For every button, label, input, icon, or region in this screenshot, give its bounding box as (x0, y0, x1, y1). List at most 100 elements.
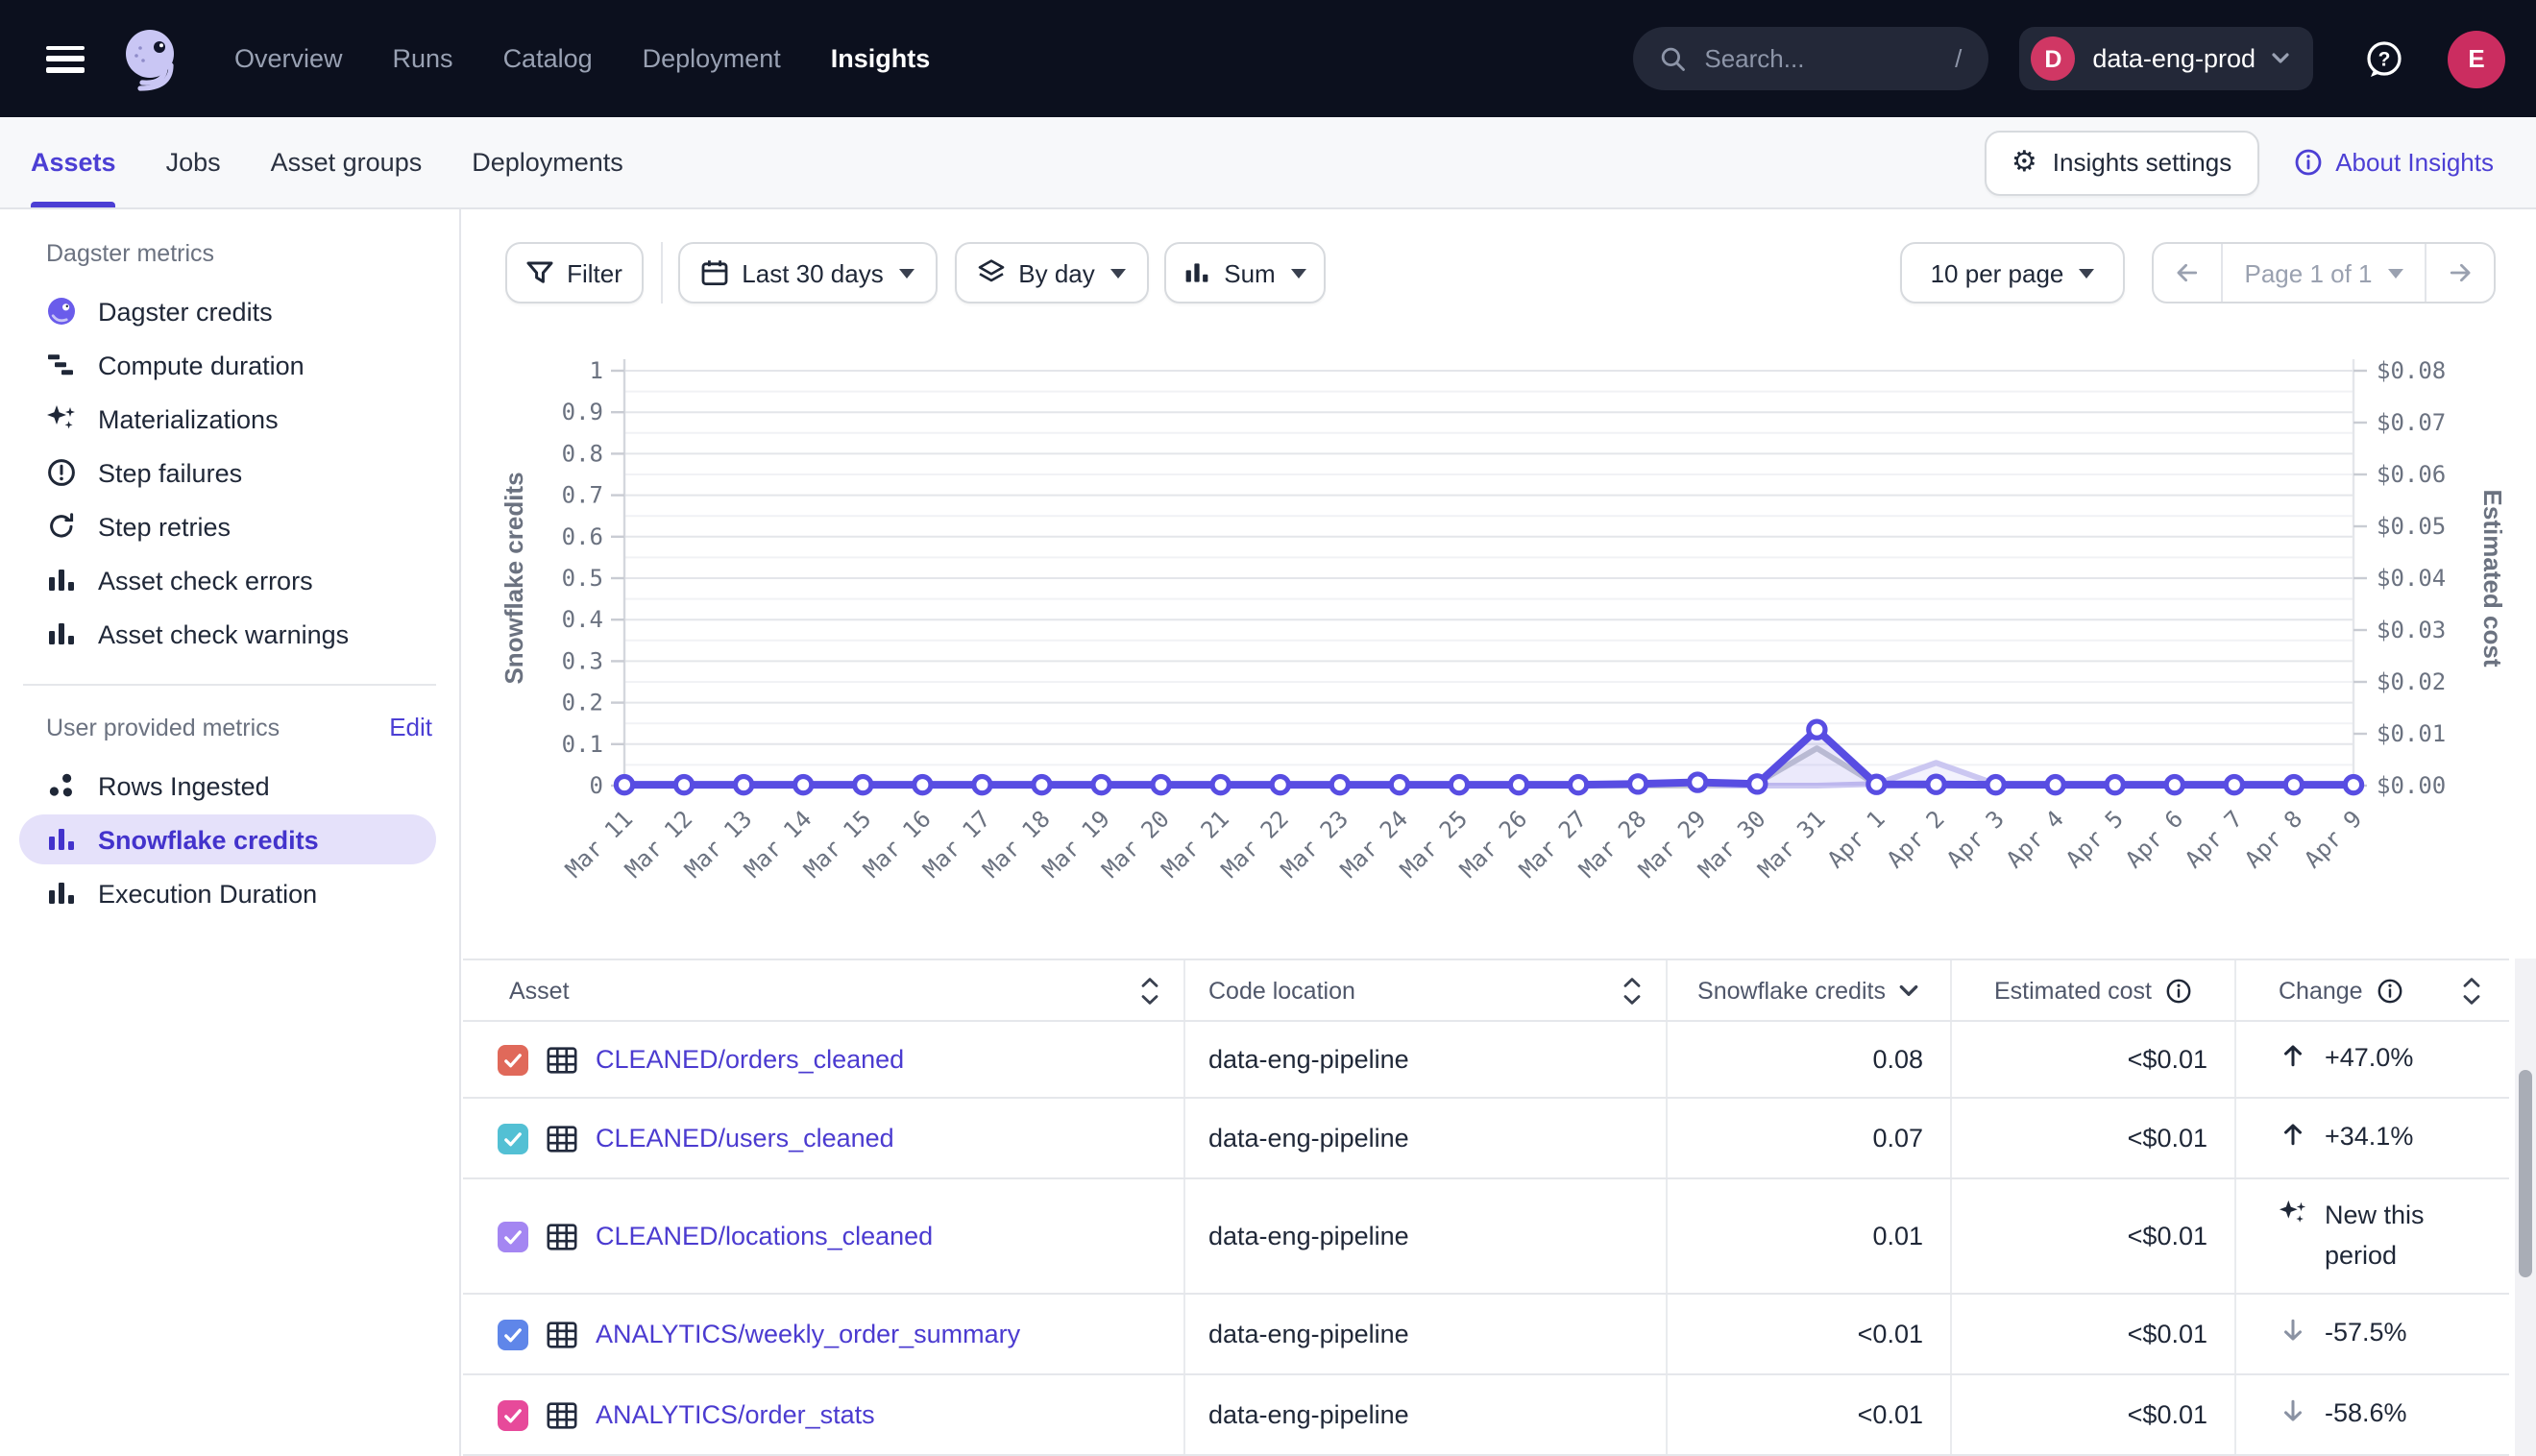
aggregation-dropdown[interactable]: Sum (1164, 242, 1326, 303)
asset-checkbox[interactable] (498, 1399, 528, 1430)
asset-link[interactable]: ANALYTICS/order_stats (596, 1400, 875, 1429)
dagster-logo-icon (119, 26, 184, 91)
tab-jobs[interactable]: Jobs (166, 117, 221, 207)
sort-icon[interactable] (1622, 975, 1643, 1006)
svg-text:$0.00: $0.00 (2377, 772, 2446, 799)
group-by-dropdown[interactable]: By day (955, 242, 1149, 303)
gear-icon: ⚙ (2012, 148, 2037, 177)
primary-nav: Overview Runs Catalog Deployment Insight… (234, 44, 930, 73)
sidebar-item-asset-check-errors[interactable]: Asset check errors (0, 553, 459, 607)
table-row: CLEANED/orders_cleaneddata-eng-pipeline0… (463, 1022, 2509, 1099)
tab-bar-actions: ⚙ Insights settings About Insights (1985, 130, 2494, 195)
svg-text:$0.05: $0.05 (2377, 513, 2446, 540)
sidebar-item-step-retries[interactable]: Step retries (0, 499, 459, 553)
asset-cell: CLEANED/orders_cleaned (463, 1022, 1183, 1097)
asset-checkbox[interactable] (498, 1123, 528, 1153)
credits-value: <0.01 (1858, 1320, 1923, 1348)
sort-icon[interactable] (1139, 975, 1160, 1006)
deployment-switcher[interactable]: D data-eng-prod (2019, 27, 2313, 90)
code-location-value: data-eng-pipeline (1208, 1320, 1409, 1348)
layers-icon (978, 259, 1005, 286)
nav-item-overview[interactable]: Overview (234, 44, 343, 73)
svg-text:0.9: 0.9 (562, 399, 603, 425)
tab-asset-groups[interactable]: Asset groups (271, 117, 423, 207)
sidebar-item-label: Dagster credits (98, 297, 273, 326)
date-range-dropdown[interactable]: Last 30 days (678, 242, 938, 303)
sidebar-item-materializations[interactable]: Materializations (0, 392, 459, 446)
help-button[interactable]: ? (2363, 37, 2405, 80)
sidebar-item-rows-ingested[interactable]: Rows Ingested (0, 759, 459, 813)
user-metrics-section-title: User provided metrics Edit (0, 713, 459, 741)
snowflake-credits-cell: 0.08 (1666, 1022, 1950, 1097)
nav-item-runs[interactable]: Runs (393, 44, 453, 73)
asset-checkbox[interactable] (498, 1319, 528, 1349)
per-page-dropdown[interactable]: 10 per page (1900, 242, 2125, 303)
svg-text:0.6: 0.6 (562, 523, 603, 550)
nav-item-deployment[interactable]: Deployment (643, 44, 781, 73)
search-input[interactable]: Search... / (1633, 27, 1988, 90)
bars-icon (46, 565, 77, 595)
arrow-down-icon (2279, 1397, 2309, 1426)
sidebar-item-label: Step retries (98, 512, 231, 541)
prev-page-button[interactable] (2154, 244, 2221, 302)
caret-down-icon (2388, 268, 2403, 278)
column-header-snowflake-credits[interactable]: Snowflake credits (1666, 960, 1950, 1020)
page-indicator-dropdown[interactable]: Page 1 of 1 (2221, 244, 2425, 302)
code-location-value: data-eng-pipeline (1208, 1124, 1409, 1153)
sidebar-item-label: Snowflake credits (98, 825, 319, 854)
sidebar-item-snowflake-credits[interactable]: Snowflake credits (19, 814, 436, 864)
asset-link[interactable]: CLEANED/orders_cleaned (596, 1045, 904, 1074)
column-header-estimated-cost[interactable]: Estimated cost (1950, 960, 2234, 1020)
snowflake-credits-cell: <0.01 (1666, 1375, 1950, 1454)
nav-item-catalog[interactable]: Catalog (503, 44, 593, 73)
sidebar-item-asset-check-warnings[interactable]: Asset check warnings (0, 607, 459, 661)
edit-metrics-link[interactable]: Edit (389, 713, 432, 741)
scrollbar-thumb[interactable] (2519, 1070, 2532, 1277)
tabs: Assets Jobs Asset groups Deployments (31, 117, 623, 207)
cost-value: <$0.01 (2128, 1222, 2207, 1250)
table-body: CLEANED/orders_cleaned data-eng-pipeline 0… (463, 1022, 2509, 1456)
asset-link[interactable]: CLEANED/users_cleaned (596, 1124, 894, 1153)
sidebar-item-execution-duration[interactable]: Execution Duration (0, 866, 459, 920)
table-row: CLEANED/users_cleaneddata-eng-pipeline0.… (463, 1099, 2509, 1179)
insights-settings-button[interactable]: ⚙ Insights settings (1985, 130, 2258, 195)
asset-link[interactable]: ANALYTICS/weekly_order_summary (596, 1320, 1020, 1348)
insights-chart[interactable]: 00.10.20.30.40.50.60.70.80.91$0.00$0.01$… (463, 327, 2536, 922)
sidebar-item-label: Rows Ingested (98, 771, 270, 800)
nav-item-insights[interactable]: Insights (831, 44, 931, 73)
assets-table: Asset Code location Snowflake credits Es… (463, 959, 2509, 1456)
sidebar-item-compute-duration[interactable]: Compute duration (0, 338, 459, 392)
svg-text:Apr 8: Apr 8 (2239, 805, 2307, 873)
main-content: Filter Last 30 days By day Sum 10 per pa… (463, 209, 2536, 1456)
column-header-change[interactable]: Change (2234, 960, 2509, 1020)
caret-down-icon (2079, 268, 2094, 278)
column-header-code-location[interactable]: Code location (1183, 960, 1666, 1020)
cost-value: <$0.01 (2128, 1124, 2207, 1153)
insights-page: Overview Runs Catalog Deployment Insight… (0, 0, 2536, 1456)
dagster-icon (46, 296, 77, 327)
bars-icon (46, 619, 77, 649)
asset-cell: CLEANED/locations_cleaned (463, 1179, 1183, 1293)
sidebar-item-step-failures[interactable]: Step failures (0, 446, 459, 499)
deployment-badge: D (2031, 36, 2075, 81)
table-header-row: Asset Code location Snowflake credits Es… (463, 959, 2509, 1022)
hamburger-menu-icon[interactable] (46, 45, 85, 72)
snowflake-credits-cell: 0.01 (1666, 1179, 1950, 1293)
column-header-asset[interactable]: Asset (463, 960, 1183, 1020)
asset-checkbox[interactable] (498, 1044, 528, 1075)
tab-assets[interactable]: Assets (31, 117, 116, 207)
info-icon (2377, 977, 2403, 1004)
sort-icon[interactable] (2461, 975, 2482, 1006)
code-location-value: data-eng-pipeline (1208, 1400, 1409, 1429)
asset-link[interactable]: CLEANED/locations_cleaned (596, 1222, 933, 1250)
tab-deployments[interactable]: Deployments (472, 117, 623, 207)
next-page-button[interactable] (2425, 244, 2494, 302)
sidebar-item-label: Step failures (98, 458, 242, 487)
user-avatar[interactable]: E (2448, 30, 2505, 87)
about-insights-link[interactable]: About Insights (2293, 148, 2494, 177)
arrow-right-icon (2446, 259, 2475, 286)
filter-button[interactable]: Filter (505, 242, 644, 303)
table-asset-icon (546, 1319, 578, 1349)
asset-checkbox[interactable] (498, 1221, 528, 1251)
sidebar-item-dagster-credits[interactable]: Dagster credits (0, 284, 459, 338)
